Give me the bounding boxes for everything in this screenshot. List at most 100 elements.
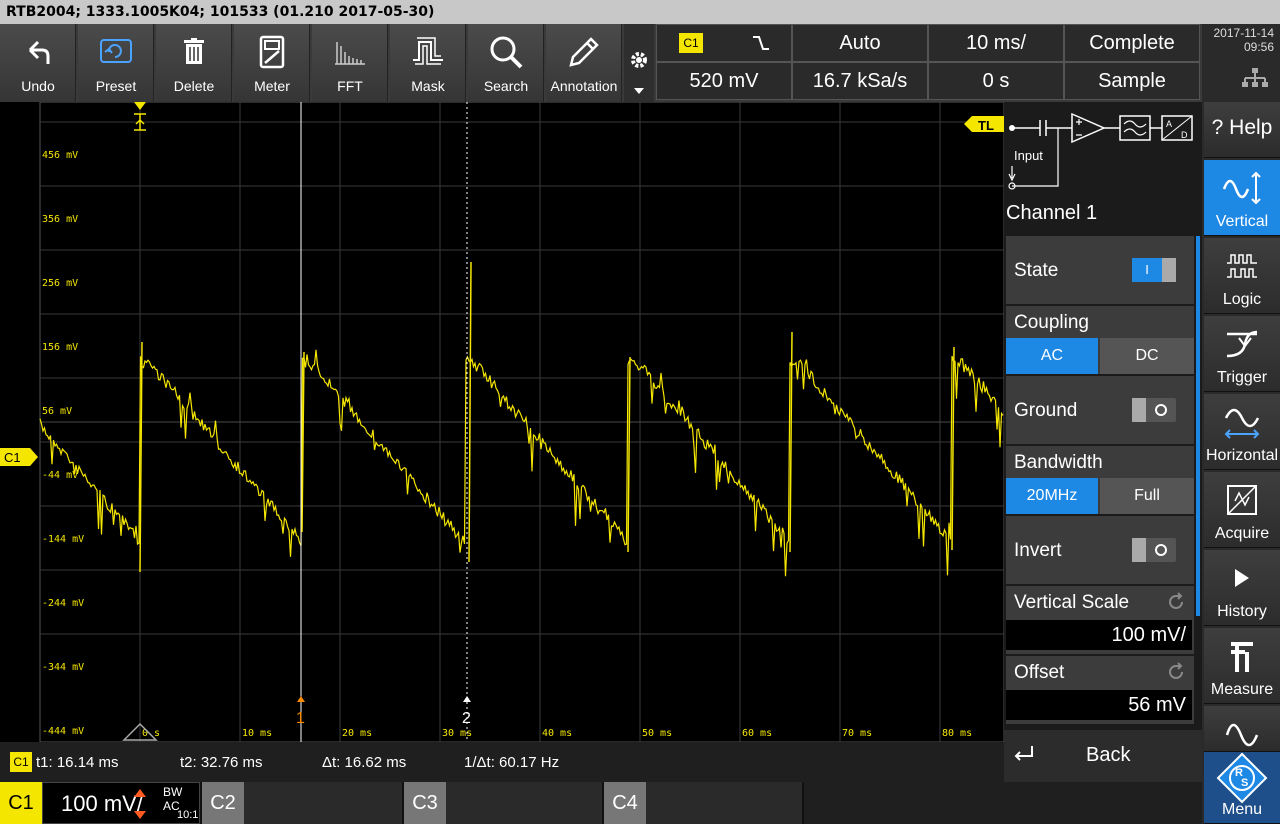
vertical-icon	[1222, 171, 1261, 205]
x-tick-label: 60 ms	[742, 728, 772, 739]
y-tick-label: 356 mV	[42, 214, 78, 225]
network-icon	[1242, 68, 1268, 87]
sidebar-item-horizontal-label: Horizontal	[1205, 447, 1279, 464]
trigger-mode-cell[interactable]: Auto	[792, 24, 928, 62]
trigger-position-marker[interactable]	[134, 102, 146, 131]
channel-1-scale: 100 mV/	[61, 791, 143, 816]
undo-label: Undo	[21, 78, 55, 94]
channel-1-tab[interactable]: C1	[0, 782, 42, 824]
meter-label: Meter	[254, 78, 290, 94]
delete-label: Delete	[173, 78, 215, 94]
channel-1-info[interactable]: 100 mV/ BW AC 10:1	[42, 782, 200, 824]
back-arrow-icon	[1014, 746, 1033, 761]
mask-label: Mask	[411, 78, 445, 94]
meter-icon	[259, 35, 285, 69]
cursor-2-marker-icon	[463, 696, 471, 702]
ch1-waveform	[39, 349, 1004, 577]
sidebar-item-acquire-label: Acquire	[1214, 525, 1270, 542]
fft-button[interactable]: FFT	[312, 24, 388, 102]
coupling-dc-button[interactable]: DC	[1100, 338, 1194, 374]
sidebar-item-trigger[interactable]: Trigger	[1204, 316, 1280, 392]
mask-button[interactable]: Mask	[390, 24, 466, 102]
delete-button[interactable]: Delete	[156, 24, 232, 102]
acquire-icon	[1227, 485, 1257, 515]
time-scale-cell[interactable]: 10 ms/	[928, 24, 1064, 62]
bandwidth-full-button[interactable]: Full	[1100, 478, 1194, 514]
svg-text:D: D	[1181, 130, 1188, 140]
preset-button[interactable]: Preset	[78, 24, 154, 102]
ch1-waveform-edge	[468, 261, 472, 563]
waveform-icon	[1225, 723, 1259, 747]
vertical-scale-input[interactable]: 100 mV/	[1006, 620, 1192, 650]
sidebar-item-measure-label: Measure	[1210, 681, 1274, 698]
search-button[interactable]: Search	[468, 24, 544, 102]
channel-4-tab[interactable]: C4	[604, 782, 646, 824]
horizontal-icon	[1224, 408, 1260, 439]
ch1-offset-marker-label: C1	[4, 450, 21, 465]
logic-icon	[1227, 254, 1257, 278]
sidebar-item-vertical[interactable]: Vertical	[1204, 160, 1280, 236]
meter-button[interactable]: Meter	[234, 24, 310, 102]
sidebar-item-acquire[interactable]: Acquire	[1204, 472, 1280, 548]
rs-logo-icon: RS	[1216, 752, 1268, 804]
back-button[interactable]: Back	[1004, 730, 1202, 782]
channel-4-info[interactable]	[646, 782, 802, 824]
invert-label: Invert	[1014, 540, 1062, 561]
panel-title: Channel 1	[1006, 202, 1098, 224]
x-tick-label: 30 ms	[442, 728, 472, 739]
y-tick-label: -144 mV	[42, 534, 84, 545]
x-tick-label: 10 ms	[242, 728, 272, 739]
channel-2-tab[interactable]: C2	[202, 782, 244, 824]
state-toggle-on: I	[1132, 258, 1162, 282]
sample-rate-cell[interactable]: 16.7 kSa/s	[792, 62, 928, 100]
annotation-button[interactable]: Annotation	[546, 24, 622, 102]
settings-button[interactable]	[624, 24, 654, 102]
help-label: ? Help	[1211, 116, 1273, 139]
menu-button[interactable]: RS Menu	[1204, 752, 1280, 824]
signal-path-diagram: A D Input Channel 1	[1004, 102, 1202, 234]
ground-toggle[interactable]	[1132, 398, 1176, 422]
sidebar-item-history[interactable]: History	[1204, 550, 1280, 626]
mask-icon	[413, 37, 443, 65]
panel-scrollbar[interactable]	[1196, 236, 1200, 616]
time-offset-cell[interactable]: 0 s	[928, 62, 1064, 100]
invert-toggle[interactable]	[1132, 538, 1176, 562]
sidebar-item-waveform[interactable]	[1204, 706, 1280, 752]
cursor-delta-t: Δt: 16.62 ms	[322, 754, 407, 771]
trigger-source-cell[interactable]: C1	[656, 24, 792, 62]
sidebar: ? Help Vertical Logic Trigger Horizontal…	[1202, 102, 1280, 824]
acq-mode-cell[interactable]: Sample	[1064, 62, 1200, 100]
trigger-level-cell[interactable]: 520 mV	[656, 62, 792, 100]
scope-grid: 456 mV 356 mV 256 mV 156 mV 56 mV -44 mV -144 …	[0, 102, 1004, 742]
waveform-display[interactable]: 456 mV 356 mV 256 mV 156 mV 56 mV -44 mV -144 …	[0, 102, 1004, 742]
trigger-source-badge: C1	[679, 33, 703, 53]
sidebar-item-horizontal[interactable]: Horizontal	[1204, 394, 1280, 470]
channel-3-tab[interactable]: C3	[404, 782, 446, 824]
time: 09:56	[1243, 40, 1274, 54]
x-tick-label: 50 ms	[642, 728, 672, 739]
sidebar-item-logic[interactable]: Logic	[1204, 238, 1280, 314]
cursor-measurement-bar[interactable]: C1 t1: 16.14 ms t2: 32.76 ms Δt: 16.62 m…	[0, 742, 1004, 782]
invert-row[interactable]: Invert	[1006, 516, 1194, 584]
trigger-level: 520 mV	[689, 70, 759, 92]
help-button[interactable]: ? Help	[1204, 102, 1280, 158]
acq-state-cell[interactable]: Complete	[1064, 24, 1200, 62]
reset-icon[interactable]	[1166, 592, 1186, 612]
sidebar-item-logic-label: Logic	[1222, 291, 1262, 308]
play-icon	[1235, 569, 1249, 587]
undo-button[interactable]: Undo	[0, 24, 76, 102]
reset-icon[interactable]	[1166, 662, 1186, 682]
sidebar-item-measure[interactable]: Measure	[1204, 628, 1280, 704]
svg-text:S: S	[1241, 777, 1248, 789]
channel-2-info[interactable]	[244, 782, 402, 824]
ground-row[interactable]: Ground	[1006, 376, 1194, 444]
offset-input[interactable]: 56 mV	[1006, 690, 1192, 720]
coupling-ac-button[interactable]: AC	[1006, 338, 1098, 374]
falling-edge-icon	[753, 36, 769, 50]
bandwidth-row: Bandwidth 20MHz Full	[1006, 446, 1194, 514]
channel-3-info[interactable]	[446, 782, 602, 824]
state-row[interactable]: State I	[1006, 236, 1194, 304]
bandwidth-20mhz-button[interactable]: 20MHz	[1006, 478, 1098, 514]
state-toggle[interactable]: I	[1132, 258, 1176, 282]
y-tick-label: 256 mV	[42, 278, 78, 289]
